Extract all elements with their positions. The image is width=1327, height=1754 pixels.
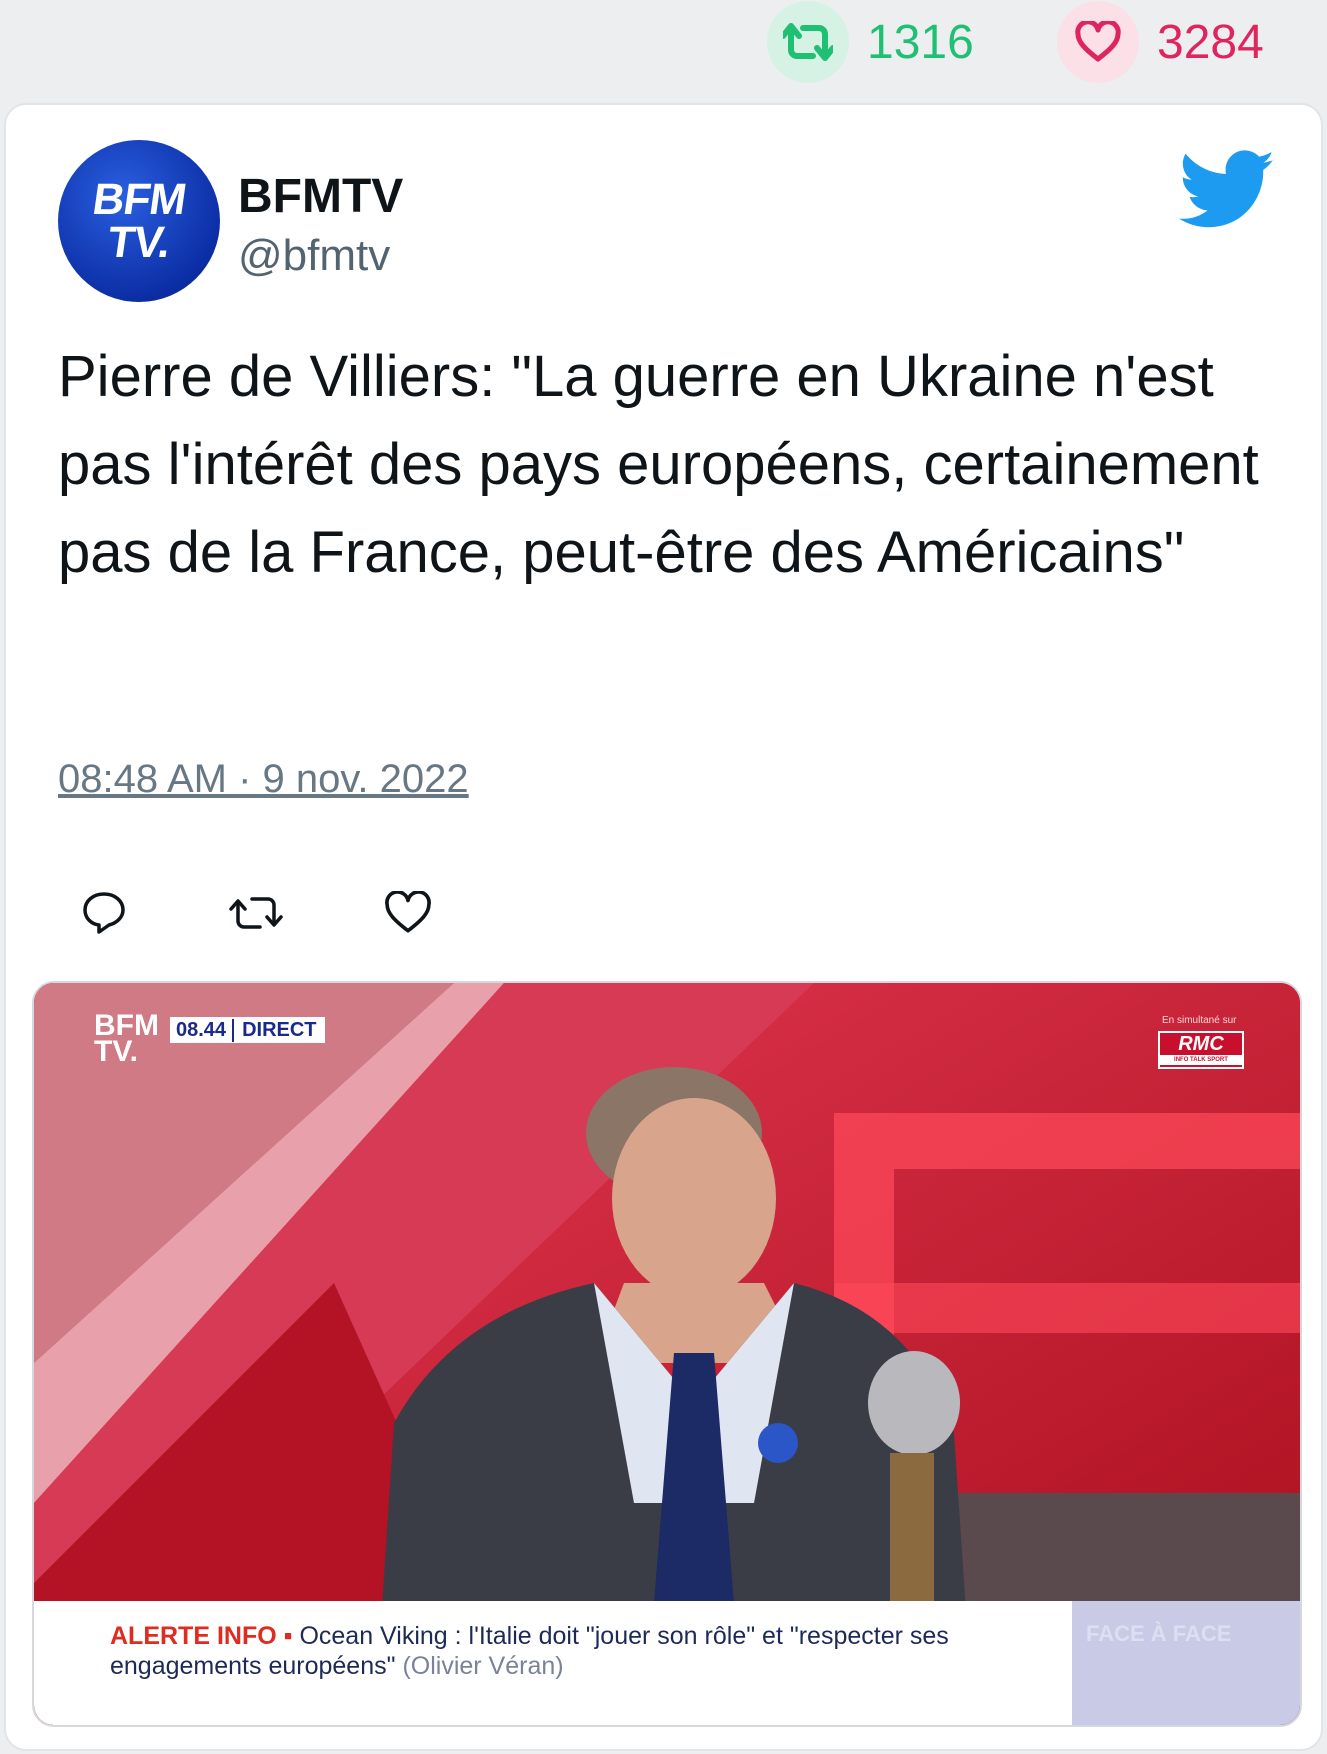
reply-icon[interactable] [76, 885, 132, 941]
retweet-icon[interactable] [228, 885, 284, 941]
retweet-icon[interactable] [767, 1, 849, 83]
avatar[interactable]: BFM TV. [58, 140, 220, 302]
ticker-source: (Olivier Véran) [402, 1652, 564, 1680]
broadcast-time: 08.44 [176, 1018, 227, 1041]
like-count: 3284 [1157, 15, 1264, 69]
retweet-count: 1316 [867, 15, 974, 69]
alert-bullet: ▪ [283, 1622, 293, 1650]
avatar-text-line1: BFM [89, 175, 189, 224]
tweet-card: BFM TV. BFMTV @bfmtv Pierre de Villiers:… [4, 103, 1323, 1751]
live-time-badge: 08.44 DIRECT [170, 1017, 325, 1043]
retweet-stat[interactable]: 1316 [767, 1, 974, 83]
program-label-box: FACE À FACE [1072, 1601, 1300, 1725]
like-stat[interactable]: 3284 [1057, 1, 1264, 83]
channel-logo-line2: TV. [94, 1035, 138, 1068]
channel-logo: BFM TV. [94, 1011, 159, 1068]
author-handle[interactable]: @bfmtv [238, 231, 390, 281]
tweet-text: Pierre de Villiers: "La guerre en Ukrain… [58, 344, 1259, 585]
live-label: DIRECT [232, 1018, 324, 1042]
simulcast-label: En simultané sur [1162, 1015, 1237, 1026]
partner-logo: RMC INFO TALK SPORT [1158, 1031, 1244, 1069]
tweet-media-image[interactable]: BFM TV. 08.44 DIRECT En simultané sur RM… [32, 981, 1302, 1727]
program-label: FACE À FACE [1086, 1621, 1232, 1646]
partner-name: RMC [1178, 1033, 1224, 1055]
heart-icon[interactable] [1057, 1, 1139, 83]
action-bar [76, 885, 532, 941]
alert-label: ALERTE INFO [110, 1622, 277, 1650]
author-name[interactable]: BFMTV [238, 169, 403, 224]
engagement-bar: 1316 3284 [0, 0, 1327, 92]
tweet-timestamp[interactable]: 08:48 AM · 9 nov. 2022 [58, 757, 469, 802]
news-ticker: ALERTE INFO ▪ Ocean Viking : l'Italie do… [34, 1601, 1072, 1725]
partner-subtitle: INFO TALK SPORT [1160, 1055, 1242, 1065]
heart-icon[interactable] [380, 885, 436, 941]
twitter-bird-icon [1178, 150, 1275, 228]
avatar-text-line2: TV. [104, 218, 174, 267]
